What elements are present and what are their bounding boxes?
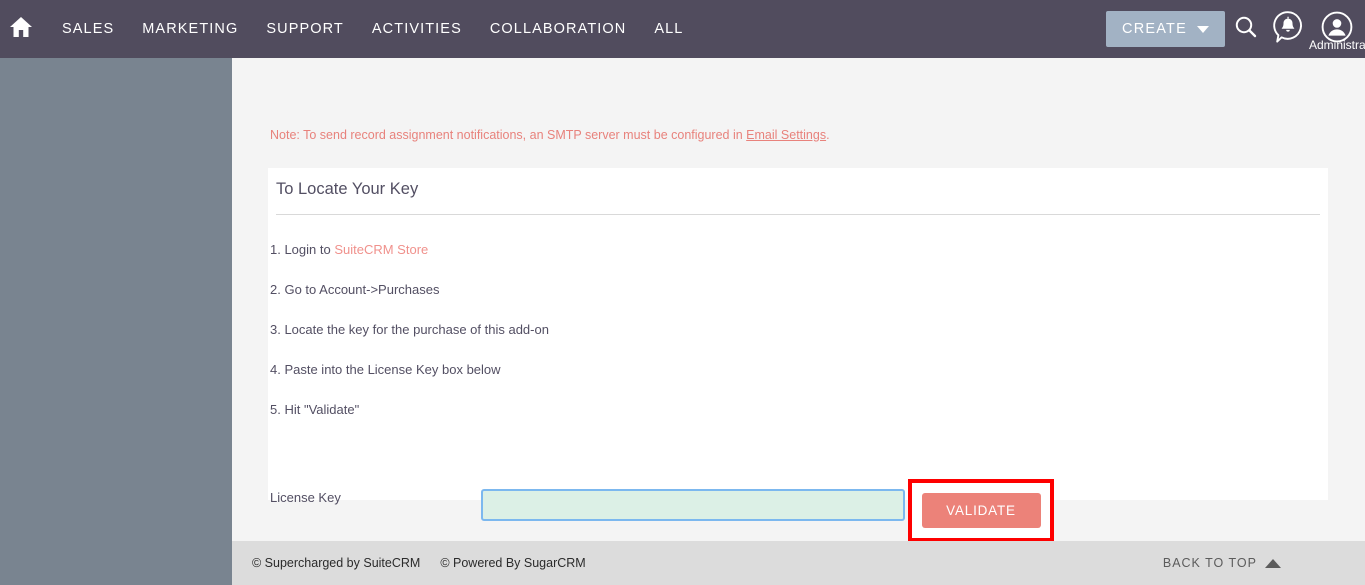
page-footer: © Supercharged by SuiteCRM © Powered By … — [232, 541, 1365, 585]
home-button[interactable] — [6, 14, 36, 44]
nav-item-collaboration[interactable]: COLLABORATION — [476, 21, 641, 37]
left-sidebar — [0, 58, 232, 585]
smtp-note-suffix: . — [826, 128, 830, 142]
nav-item-marketing[interactable]: MARKETING — [128, 21, 252, 37]
step-text: 3. Locate the key for the purchase of th… — [270, 322, 549, 337]
list-item: 1. Login to SuiteCRM Store — [270, 230, 1320, 270]
footer-credits: © Supercharged by SuiteCRM © Powered By … — [252, 556, 586, 570]
email-settings-link[interactable]: Email Settings — [746, 128, 826, 142]
back-to-top-label: BACK TO TOP — [1162, 556, 1257, 570]
list-item: 5. Hit "Validate" — [270, 390, 1320, 430]
list-item: 4. Paste into the License Key box below — [270, 350, 1320, 390]
license-key-label: License Key — [270, 490, 341, 505]
panel-title: To Locate Your Key — [276, 180, 419, 198]
step-text: 2. Go to Account->Purchases — [270, 282, 440, 297]
steps-list: 1. Login to SuiteCRM Store 2. Go to Acco… — [270, 230, 1320, 430]
validate-highlight-box: VALIDATE — [908, 479, 1054, 542]
create-button[interactable]: CREATE — [1106, 11, 1225, 47]
smtp-note: Note: To send record assignment notifica… — [270, 128, 830, 142]
license-key-input[interactable] — [481, 489, 905, 521]
step-text: 4. Paste into the License Key box below — [270, 362, 501, 377]
nav-item-support[interactable]: SUPPORT — [252, 21, 358, 37]
top-navigation-bar: SALES MARKETING SUPPORT ACTIVITIES COLLA… — [0, 0, 1365, 58]
locate-key-panel: To Locate Your Key 1. Login to SuiteCRM … — [268, 168, 1328, 542]
step-text: 5. Hit "Validate" — [270, 402, 360, 417]
nav-item-activities[interactable]: ACTIVITIES — [358, 21, 476, 37]
license-key-row: License Key VALIDATE — [268, 476, 1328, 542]
nav-item-sales[interactable]: SALES — [48, 21, 128, 37]
back-to-top-button[interactable]: BACK TO TOP — [1163, 556, 1281, 570]
search-icon — [1233, 14, 1259, 45]
search-button[interactable] — [1225, 5, 1267, 53]
user-name-label: Administrator — [1309, 38, 1365, 52]
footer-credit-sugarcrm[interactable]: © Powered By SugarCRM — [440, 556, 585, 570]
panel-divider — [276, 214, 1320, 215]
notifications-button[interactable] — [1267, 5, 1309, 53]
validate-button[interactable]: VALIDATE — [921, 493, 1041, 528]
main-content: Note: To send record assignment notifica… — [232, 58, 1365, 542]
create-button-label: CREATE — [1122, 21, 1187, 37]
nav-item-list: SALES MARKETING SUPPORT ACTIVITIES COLLA… — [48, 21, 697, 37]
chevron-down-icon — [1197, 25, 1209, 33]
footer-credit-suitecrm[interactable]: © Supercharged by SuiteCRM — [252, 556, 420, 570]
user-menu[interactable]: Administrator — [1309, 0, 1365, 58]
suitecrm-store-link[interactable]: SuiteCRM Store — [334, 242, 428, 257]
top-right-actions: CREATE Administra — [1106, 0, 1365, 58]
list-item: 2. Go to Account->Purchases — [270, 270, 1320, 310]
notification-bell-icon — [1272, 10, 1304, 49]
home-icon — [9, 16, 33, 43]
triangle-up-icon — [1265, 558, 1281, 568]
app-root: SALES MARKETING SUPPORT ACTIVITIES COLLA… — [0, 0, 1365, 585]
step-text: 1. Login to — [270, 242, 335, 257]
list-item: 3. Locate the key for the purchase of th… — [270, 310, 1320, 350]
smtp-note-text: Note: To send record assignment notifica… — [270, 128, 747, 142]
nav-item-all[interactable]: ALL — [640, 21, 697, 37]
